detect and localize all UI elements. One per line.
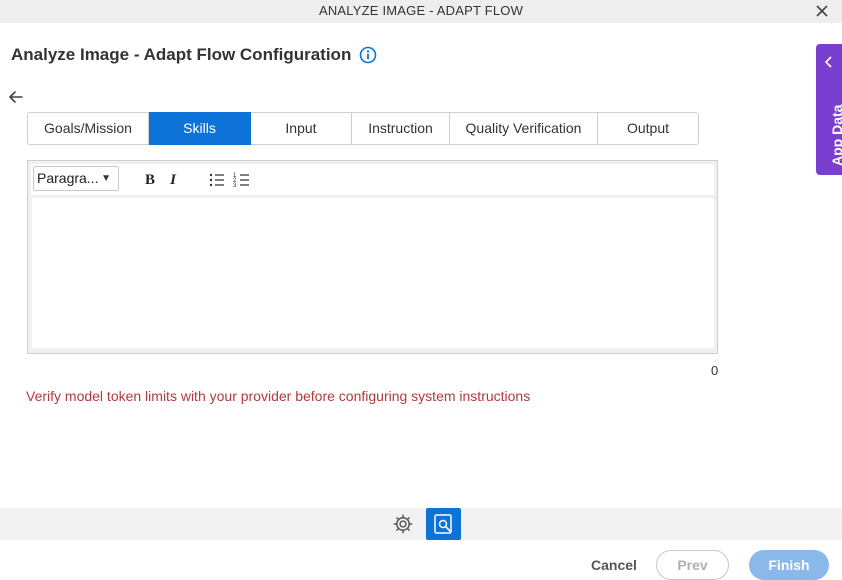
editor-toolbar: Paragra... ▼ B I 1 2 3: [31, 164, 714, 195]
tab-output[interactable]: Output: [598, 112, 699, 145]
tab-quality-verification[interactable]: Quality Verification: [450, 112, 598, 145]
finish-button[interactable]: Finish: [749, 550, 829, 580]
tab-instruction[interactable]: Instruction: [352, 112, 450, 145]
character-count: 0: [711, 363, 719, 378]
prev-button[interactable]: Prev: [656, 550, 729, 580]
tab-input[interactable]: Input: [251, 112, 352, 145]
config-tabs: Goals/Mission Skills Input Instruction Q…: [27, 112, 699, 145]
svg-text:3: 3: [233, 183, 237, 189]
italic-button[interactable]: I: [163, 170, 183, 190]
app-data-panel-toggle[interactable]: App Data: [816, 44, 842, 175]
token-limit-warning: Verify model token limits with your prov…: [26, 388, 531, 404]
cancel-button[interactable]: Cancel: [586, 550, 642, 580]
numbered-list-icon[interactable]: 1 2 3: [232, 170, 252, 190]
rich-text-editor: Paragra... ▼ B I 1 2 3: [27, 160, 718, 354]
gear-icon[interactable]: [392, 513, 414, 535]
app-data-label: App Data: [829, 104, 842, 166]
dialog-window: ANALYZE IMAGE - ADAPT FLOW Analyze Image…: [0, 0, 842, 580]
tab-skills[interactable]: Skills: [149, 112, 251, 145]
preview-button[interactable]: [426, 508, 461, 540]
title-bar: ANALYZE IMAGE - ADAPT FLOW: [0, 0, 842, 23]
chevron-left-icon: [824, 56, 832, 68]
bottom-toolbar: [0, 508, 842, 540]
tab-goals-mission[interactable]: Goals/Mission: [27, 112, 149, 145]
info-icon[interactable]: [359, 46, 377, 64]
format-select-value: Paragra...: [37, 170, 99, 186]
bold-button[interactable]: B: [140, 170, 160, 190]
page-title: Analyze Image - Adapt Flow Configuration: [11, 45, 352, 64]
close-icon[interactable]: [812, 1, 832, 21]
dropdown-caret-icon: ▼: [101, 173, 111, 184]
paragraph-format-select[interactable]: Paragra... ▼: [33, 166, 119, 191]
preview-icon: [434, 514, 452, 534]
bulleted-list-icon[interactable]: [207, 170, 227, 190]
back-arrow-icon[interactable]: [7, 88, 25, 106]
window-title: ANALYZE IMAGE - ADAPT FLOW: [318, 3, 524, 18]
editor-content-area[interactable]: [32, 198, 714, 348]
